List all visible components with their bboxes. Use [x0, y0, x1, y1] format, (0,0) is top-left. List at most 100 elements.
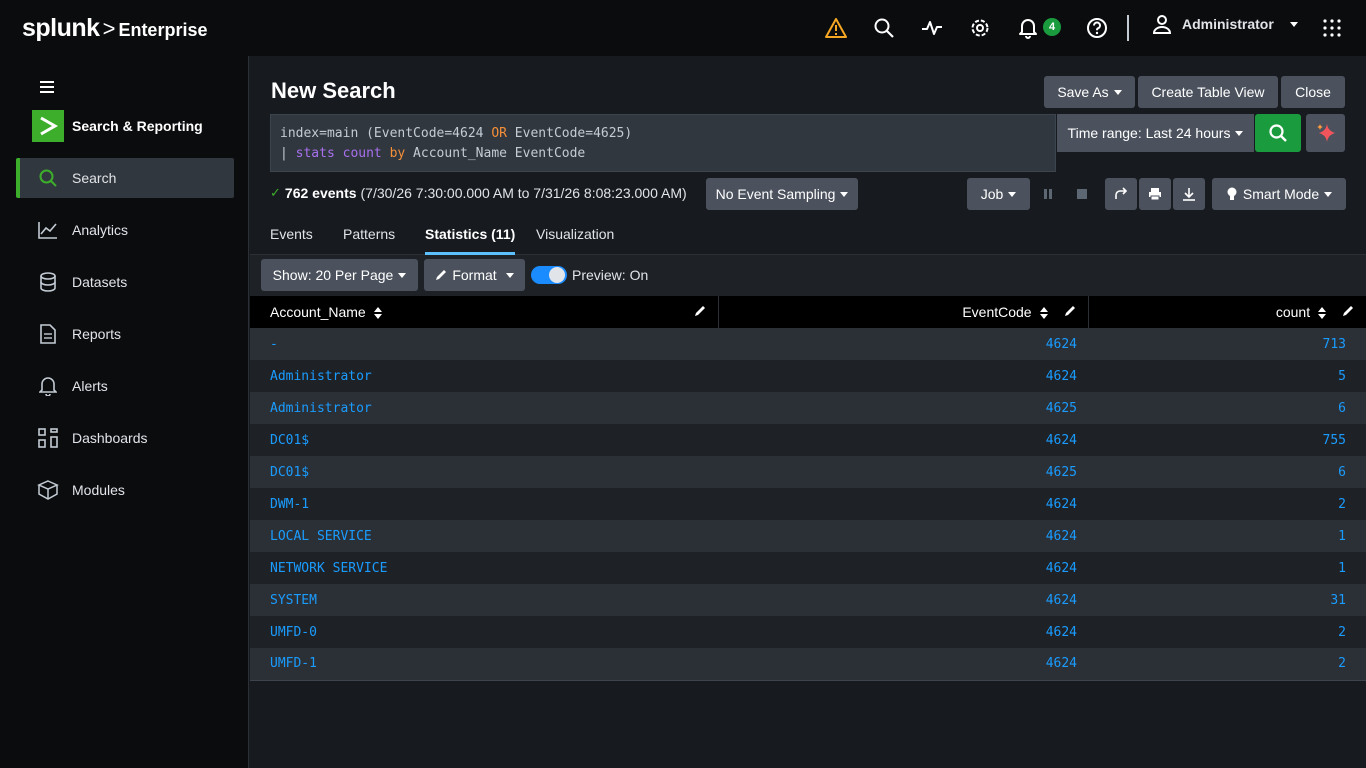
sidebar-item-search[interactable]: Search [16, 158, 234, 198]
cell-account-name[interactable]: - [250, 328, 718, 360]
sidebar-item-label: Alerts [72, 378, 108, 394]
cell-eventcode[interactable]: 4624 [718, 616, 1088, 648]
search-input[interactable]: index=main (EventCode=4624 OR EventCode=… [270, 114, 1056, 172]
chevron-down-icon [1235, 130, 1244, 136]
cell-account-name[interactable]: SYSTEM [250, 584, 718, 616]
sidebar-item-modules[interactable]: Modules [16, 470, 234, 510]
cell-eventcode[interactable]: 4625 [718, 392, 1088, 424]
sidebar-item-label: Search [72, 170, 117, 186]
pencil-icon[interactable] [1064, 305, 1076, 317]
per-page-label: Show: 20 Per Page [272, 267, 394, 283]
sidebar-item-reports[interactable]: Reports [16, 314, 234, 354]
sidebar-item-alerts[interactable]: Alerts [16, 366, 234, 406]
chevron-down-icon [1289, 21, 1298, 27]
cell-eventcode[interactable]: 4624 [718, 648, 1088, 681]
print-button[interactable] [1139, 178, 1171, 210]
pencil-icon[interactable] [1342, 305, 1354, 317]
cell-account-name[interactable]: DC01$ [250, 456, 718, 488]
cell-eventcode[interactable]: 4624 [718, 488, 1088, 520]
notification-badge[interactable]: 4 [1043, 18, 1061, 36]
cell-account-name[interactable]: UMFD-1 [250, 648, 718, 681]
cell-eventcode[interactable]: 4624 [718, 360, 1088, 392]
stop-button[interactable] [1066, 178, 1098, 210]
activity-icon[interactable] [920, 16, 944, 40]
apps-grid-icon[interactable] [1320, 16, 1344, 40]
cell-count[interactable]: 31 [1088, 584, 1366, 616]
hamburger-menu-icon[interactable] [40, 80, 54, 96]
cell-account-name[interactable]: UMFD-0 [250, 616, 718, 648]
per-page-dropdown[interactable]: Show: 20 Per Page [261, 259, 418, 291]
cell-eventcode[interactable]: 4625 [718, 456, 1088, 488]
cell-count[interactable]: 755 [1088, 424, 1366, 456]
bell-icon [37, 375, 59, 397]
save-as-button[interactable]: Save As [1044, 76, 1135, 108]
cell-eventcode[interactable]: 4624 [718, 520, 1088, 552]
cell-account-name[interactable]: LOCAL SERVICE [250, 520, 718, 552]
cell-account-name[interactable]: Administrator [250, 360, 718, 392]
sidebar-item-datasets[interactable]: Datasets [16, 262, 234, 302]
sidebar: Search & Reporting Search Analytics Data… [0, 56, 249, 768]
cell-eventcode[interactable]: 4624 [718, 552, 1088, 584]
search-submit-button[interactable] [1255, 114, 1301, 152]
job-menu-button[interactable]: Job [967, 178, 1030, 210]
ai-assistant-button[interactable] [1306, 114, 1345, 152]
tab-statistics[interactable]: Statistics (11) [425, 226, 516, 255]
chevron-down-icon [505, 272, 514, 278]
cell-eventcode[interactable]: 4624 [718, 584, 1088, 616]
user-icon [1152, 15, 1172, 34]
table-row: DC01$ 4624 755 [250, 424, 1366, 456]
share-button[interactable] [1105, 178, 1137, 210]
pencil-icon [436, 270, 447, 280]
sort-icon [1039, 307, 1048, 320]
table-row: LOCAL SERVICE 4624 1 [250, 520, 1366, 552]
cell-account-name[interactable]: NETWORK SERVICE [250, 552, 718, 584]
table-header-row: Account_Name EventCode count [250, 296, 1366, 328]
search-icon[interactable] [872, 16, 896, 40]
top-divider [1127, 15, 1129, 41]
help-icon[interactable] [1085, 16, 1109, 40]
cell-count[interactable]: 6 [1088, 392, 1366, 424]
splunk-logo[interactable]: splunk > Enterprise [22, 14, 207, 43]
app-title[interactable]: Search & Reporting [32, 110, 203, 142]
cell-count[interactable]: 5 [1088, 360, 1366, 392]
tab-visualization[interactable]: Visualization [536, 226, 614, 255]
stop-icon [1077, 189, 1087, 199]
chevron-down-icon [840, 191, 849, 197]
sidebar-item-analytics[interactable]: Analytics [16, 210, 234, 250]
export-button[interactable] [1173, 178, 1205, 210]
cell-eventcode[interactable]: 4624 [718, 328, 1088, 360]
sidebar-item-label: Reports [72, 326, 122, 342]
table-row: DC01$ 4625 6 [250, 456, 1366, 488]
gear-icon[interactable] [968, 16, 992, 40]
event-sampling-dropdown[interactable]: No Event Sampling [706, 178, 858, 210]
create-table-view-button[interactable]: Create Table View [1138, 76, 1278, 108]
search-mode-dropdown[interactable]: Smart Mode [1212, 178, 1346, 210]
column-header-count[interactable]: count [1088, 296, 1366, 328]
preview-toggle[interactable] [531, 266, 567, 284]
sidebar-item-dashboards[interactable]: Dashboards [16, 418, 234, 458]
cell-account-name[interactable]: DWM-1 [250, 488, 718, 520]
time-range-picker[interactable]: Time range: Last 24 hours [1057, 114, 1254, 152]
cell-account-name[interactable]: DC01$ [250, 424, 718, 456]
tab-events[interactable]: Events [270, 226, 313, 255]
close-button[interactable]: Close [1281, 76, 1345, 108]
column-header-eventcode[interactable]: EventCode [718, 296, 1089, 328]
user-menu[interactable]: Administrator [1152, 14, 1298, 34]
cell-count[interactable]: 713 [1088, 328, 1366, 360]
pencil-icon[interactable] [694, 305, 706, 317]
cell-count[interactable]: 2 [1088, 488, 1366, 520]
sparkle-icon [1316, 124, 1335, 142]
format-dropdown[interactable]: Format [424, 259, 525, 291]
cell-count[interactable]: 6 [1088, 456, 1366, 488]
cell-eventcode[interactable]: 4624 [718, 424, 1088, 456]
warning-icon[interactable] [824, 16, 848, 40]
bell-icon[interactable] [1016, 16, 1040, 40]
tab-patterns[interactable]: Patterns [343, 226, 395, 255]
column-header-account-name[interactable]: Account_Name [250, 296, 719, 328]
pause-button[interactable] [1032, 178, 1064, 210]
cell-count[interactable]: 1 [1088, 552, 1366, 584]
cell-count[interactable]: 2 [1088, 616, 1366, 648]
cell-account-name[interactable]: Administrator [250, 392, 718, 424]
cell-count[interactable]: 1 [1088, 520, 1366, 552]
cell-count[interactable]: 2 [1088, 648, 1366, 681]
